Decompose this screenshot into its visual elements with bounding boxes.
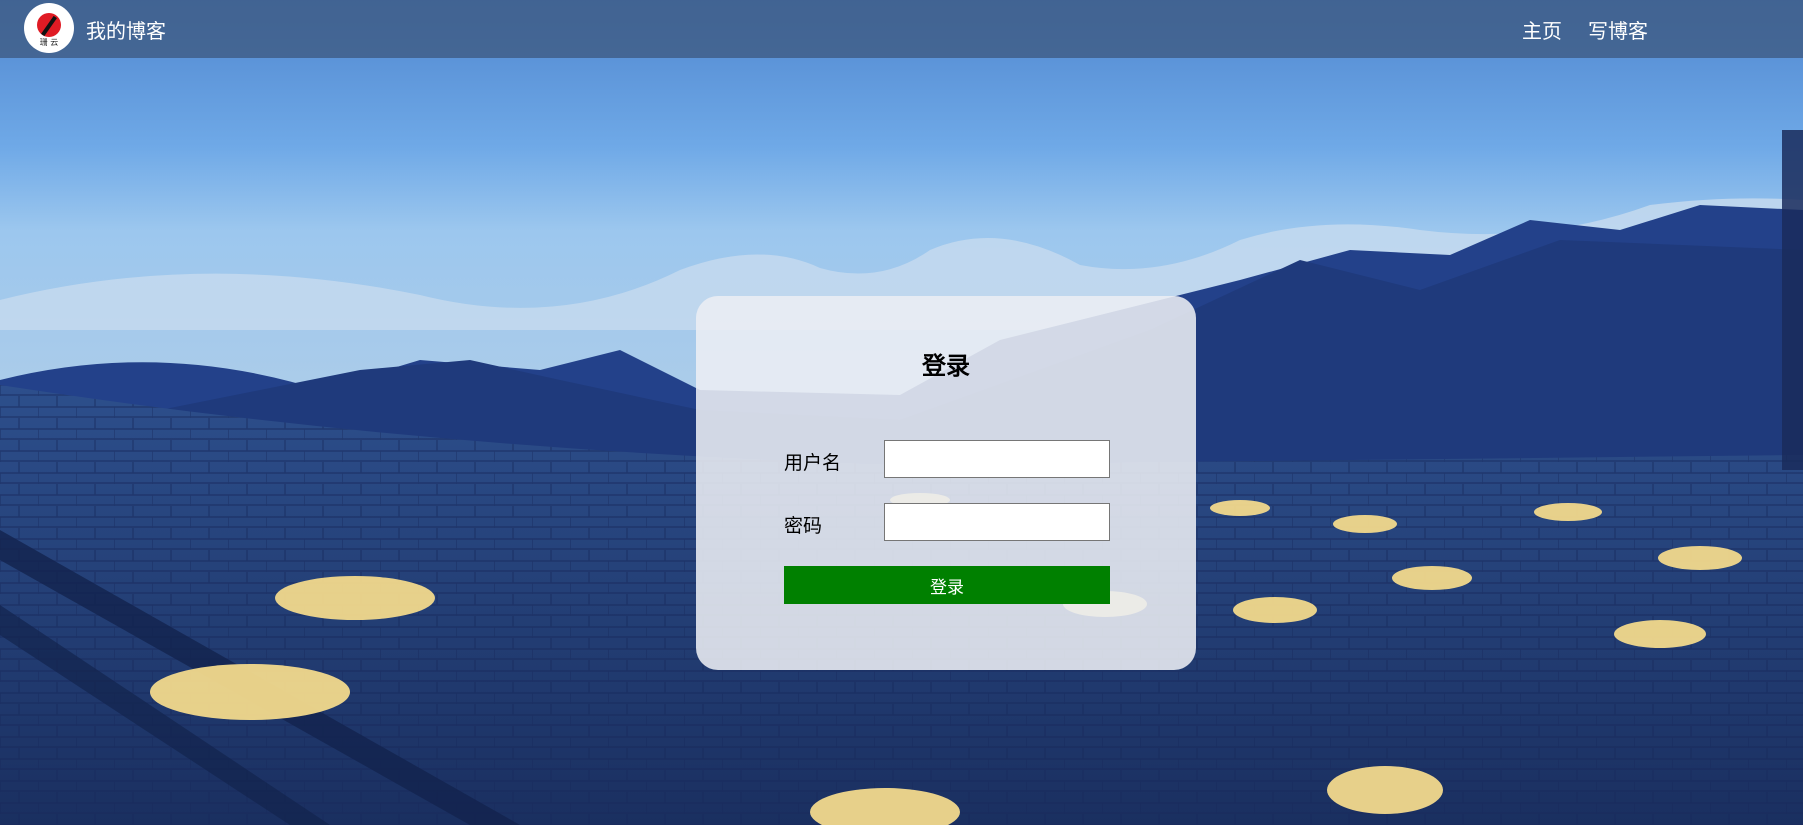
login-page: 珊 云 我的博客 主页 写博客 登录 用户名 密码 登录 [0, 0, 1803, 825]
top-navbar: 珊 云 我的博客 主页 写博客 [0, 0, 1803, 58]
nav-link-write-blog[interactable]: 写博客 [1588, 15, 1648, 44]
password-input[interactable] [884, 503, 1110, 541]
username-label: 用户名 [784, 452, 842, 474]
password-label: 密码 [784, 515, 823, 537]
login-card: 登录 用户名 密码 登录 [696, 296, 1196, 670]
username-input[interactable] [884, 440, 1110, 478]
login-submit-button[interactable]: 登录 [784, 566, 1110, 604]
site-logo[interactable]: 珊 云 [24, 3, 74, 53]
nav-link-home[interactable]: 主页 [1522, 15, 1562, 44]
logo-text: 珊 云 [39, 38, 59, 47]
login-title: 登录 [922, 352, 970, 380]
site-title: 我的博客 [86, 19, 166, 43]
